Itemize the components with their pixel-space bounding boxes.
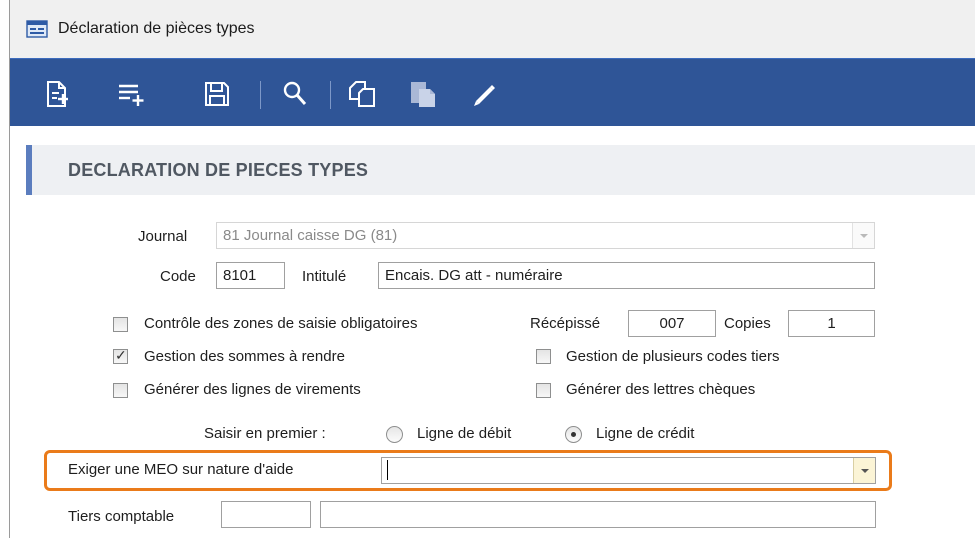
ligne-debit-label: Ligne de débit: [417, 425, 512, 442]
toolbar: [10, 58, 975, 126]
add-line-icon[interactable]: [116, 79, 146, 109]
window-title: Déclaration de pièces types: [58, 20, 255, 37]
tiers-comptable-label: Tiers comptable: [68, 508, 175, 525]
copies-value: 1: [827, 315, 836, 332]
plusieurs-codes-tiers-checkbox[interactable]: [536, 349, 551, 364]
paste-icon: [411, 82, 435, 107]
generer-virements-checkbox[interactable]: [113, 383, 128, 398]
exiger-meo-select[interactable]: [381, 457, 876, 484]
lettres-cheques-checkbox[interactable]: [536, 383, 551, 398]
journal-value: 81 Journal caisse DG (81): [223, 227, 398, 244]
form-window-icon: [26, 20, 48, 38]
section-header: DECLARATION DE PIECES TYPES: [26, 145, 975, 195]
journal-label: Journal: [138, 228, 188, 245]
toolbar-separator: [260, 81, 261, 109]
generer-virements-label: Générer des lignes de virements: [144, 381, 361, 398]
plusieurs-codes-tiers-label: Gestion de plusieurs codes tiers: [566, 348, 780, 365]
recepisse-field[interactable]: 007: [628, 310, 716, 337]
saisir-en-premier-label: Saisir en premier :: [204, 425, 326, 442]
tiers-comptable-code-field[interactable]: [221, 501, 311, 528]
edit-pencil-icon[interactable]: [468, 79, 498, 109]
code-value: 8101: [223, 267, 257, 284]
title-bar: Déclaration de pièces types: [10, 0, 975, 58]
new-document-icon[interactable]: [42, 79, 72, 109]
exiger-meo-label: Exiger une MEO sur nature d'aide: [68, 461, 294, 478]
intitule-label: Intitulé: [302, 268, 347, 285]
gestion-sommes-checkbox[interactable]: [113, 347, 128, 364]
save-icon[interactable]: [202, 79, 232, 109]
recepisse-value: 007: [659, 315, 685, 332]
toolbar-separator: [330, 81, 331, 109]
chevron-down-icon: [852, 223, 874, 248]
search-icon[interactable]: [280, 79, 310, 109]
controle-zones-checkbox[interactable]: [113, 317, 128, 332]
controle-zones-label: Contrôle des zones de saisie obligatoire…: [144, 315, 418, 332]
ligne-credit-radio[interactable]: [565, 426, 582, 443]
copies-label: Copies: [724, 315, 771, 332]
intitule-value: Encais. DG att - numéraire: [385, 267, 563, 284]
section-title: DECLARATION DE PIECES TYPES: [68, 160, 369, 180]
text-caret: [387, 460, 388, 480]
code-field[interactable]: 8101: [216, 262, 285, 289]
journal-select: 81 Journal caisse DG (81): [216, 222, 875, 249]
tiers-comptable-name-field[interactable]: [320, 501, 876, 528]
intitule-field[interactable]: Encais. DG att - numéraire: [378, 262, 875, 289]
copies-field[interactable]: 1: [788, 310, 875, 337]
chevron-down-icon[interactable]: [853, 458, 875, 483]
recepisse-label: Récépissé: [530, 315, 601, 332]
lettres-cheques-label: Générer des lettres chèques: [566, 381, 756, 398]
ligne-debit-radio[interactable]: [386, 426, 403, 443]
ligne-credit-label: Ligne de crédit: [596, 425, 695, 442]
gestion-sommes-label: Gestion des sommes à rendre: [144, 348, 345, 365]
duplicate-icon[interactable]: [347, 79, 377, 109]
code-label: Code: [160, 268, 196, 285]
